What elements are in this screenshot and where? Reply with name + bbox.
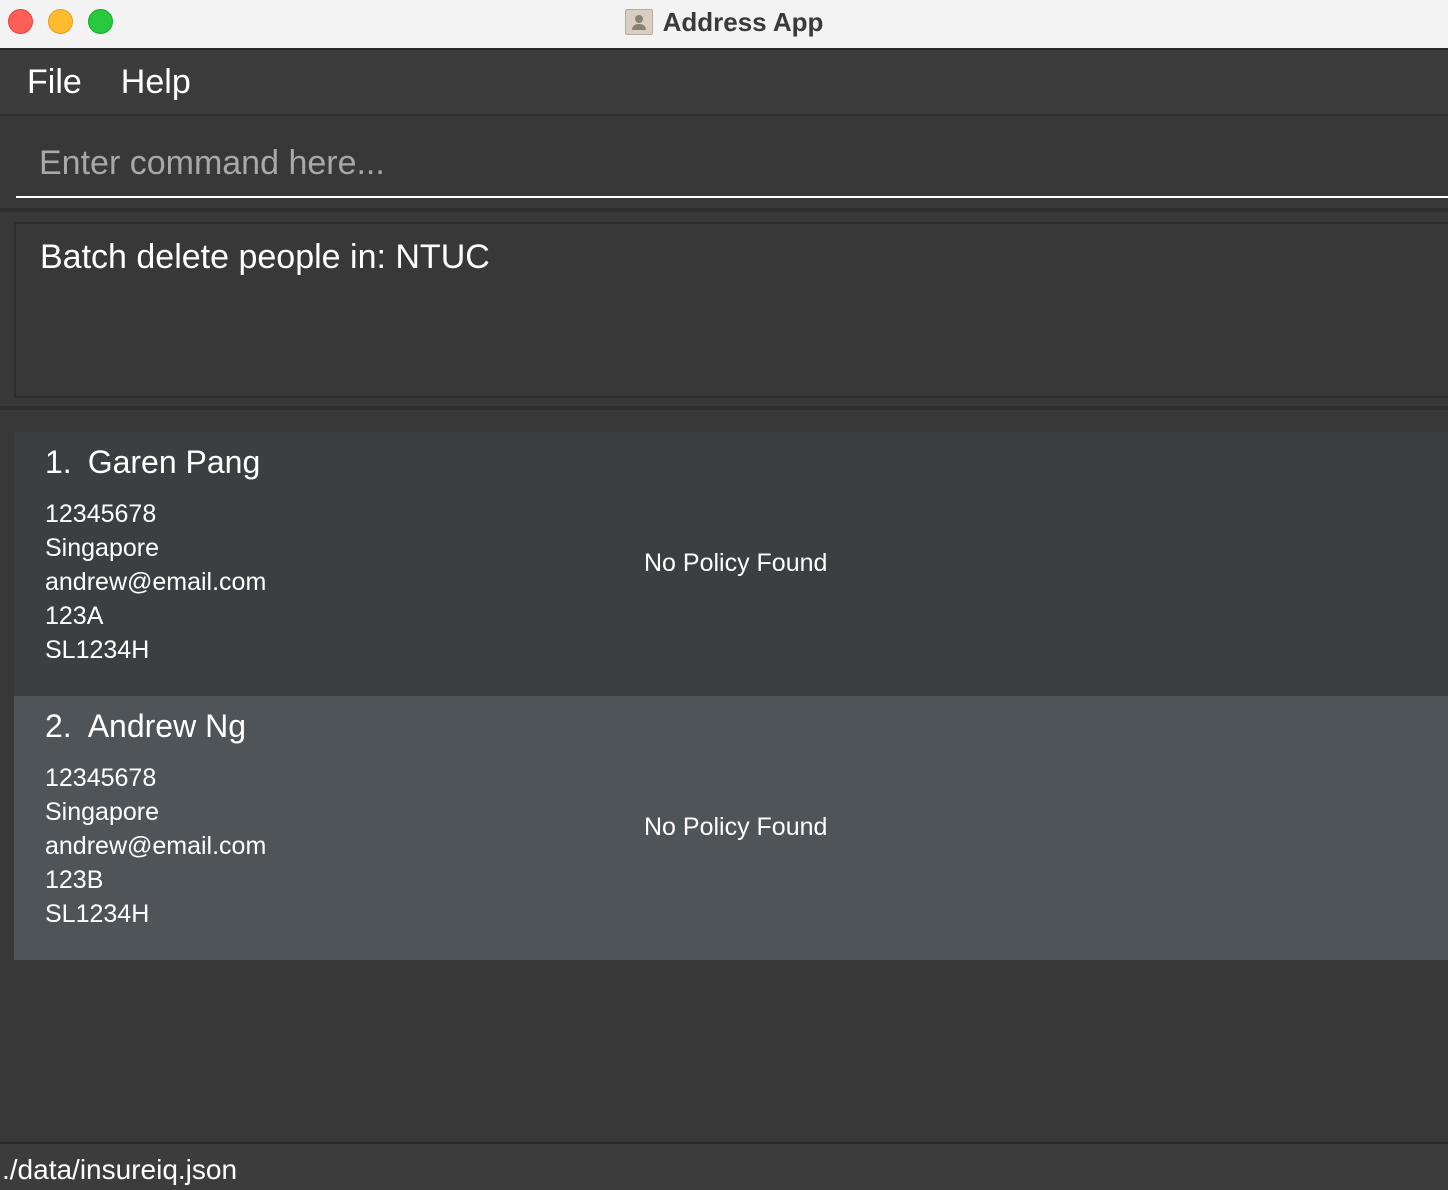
window-title-group: Address App	[0, 0, 1448, 44]
menu-file[interactable]: File	[27, 63, 82, 102]
address-book-icon	[624, 9, 653, 35]
window-title-bar: Address App	[0, 0, 1448, 50]
person-card-header: 1. Garen Pang	[45, 444, 260, 481]
person-phone: 12345678	[45, 500, 157, 528]
menu-bar: File Help	[0, 50, 1448, 116]
person-policy: No Policy Found	[644, 813, 828, 841]
person-email: andrew@email.com	[45, 568, 267, 596]
person-unit: 123A	[45, 602, 104, 630]
person-name: Garen Pang	[87, 444, 261, 480]
result-display-panel: Batch delete people in: NTUC	[0, 212, 1448, 410]
person-address: Singapore	[45, 534, 159, 562]
menu-help[interactable]: Help	[121, 63, 191, 102]
person-unit: 123B	[45, 866, 104, 894]
person-policy: No Policy Found	[644, 549, 828, 577]
command-box	[0, 116, 1448, 212]
person-nric: SL1234H	[45, 900, 150, 928]
result-message: Batch delete people in: NTUC	[40, 238, 490, 276]
data-file-path: ./data/insureiq.json	[2, 1154, 238, 1185]
person-card[interactable]: 1. Garen Pang 12345678 Singapore andrew@e…	[14, 432, 1448, 696]
person-name: Andrew Ng	[87, 708, 246, 744]
person-list[interactable]: 1. Garen Pang 12345678 Singapore andrew@e…	[0, 414, 1448, 1142]
result-display[interactable]: Batch delete people in: NTUC	[14, 222, 1448, 398]
person-nric: SL1234H	[45, 636, 150, 664]
person-index: 2.	[45, 708, 72, 744]
status-bar: ./data/insureiq.json	[0, 1142, 1448, 1190]
person-address: Singapore	[45, 798, 159, 826]
person-card-header: 2. Andrew Ng	[45, 708, 246, 745]
window-title: Address App	[662, 6, 824, 37]
person-index: 1.	[45, 444, 72, 480]
person-card-selected[interactable]: 2. Andrew Ng 12345678 Singapore andrew@em…	[14, 696, 1448, 960]
person-phone: 12345678	[45, 764, 157, 792]
command-input[interactable]	[16, 130, 1448, 198]
person-email: andrew@email.com	[45, 832, 267, 860]
